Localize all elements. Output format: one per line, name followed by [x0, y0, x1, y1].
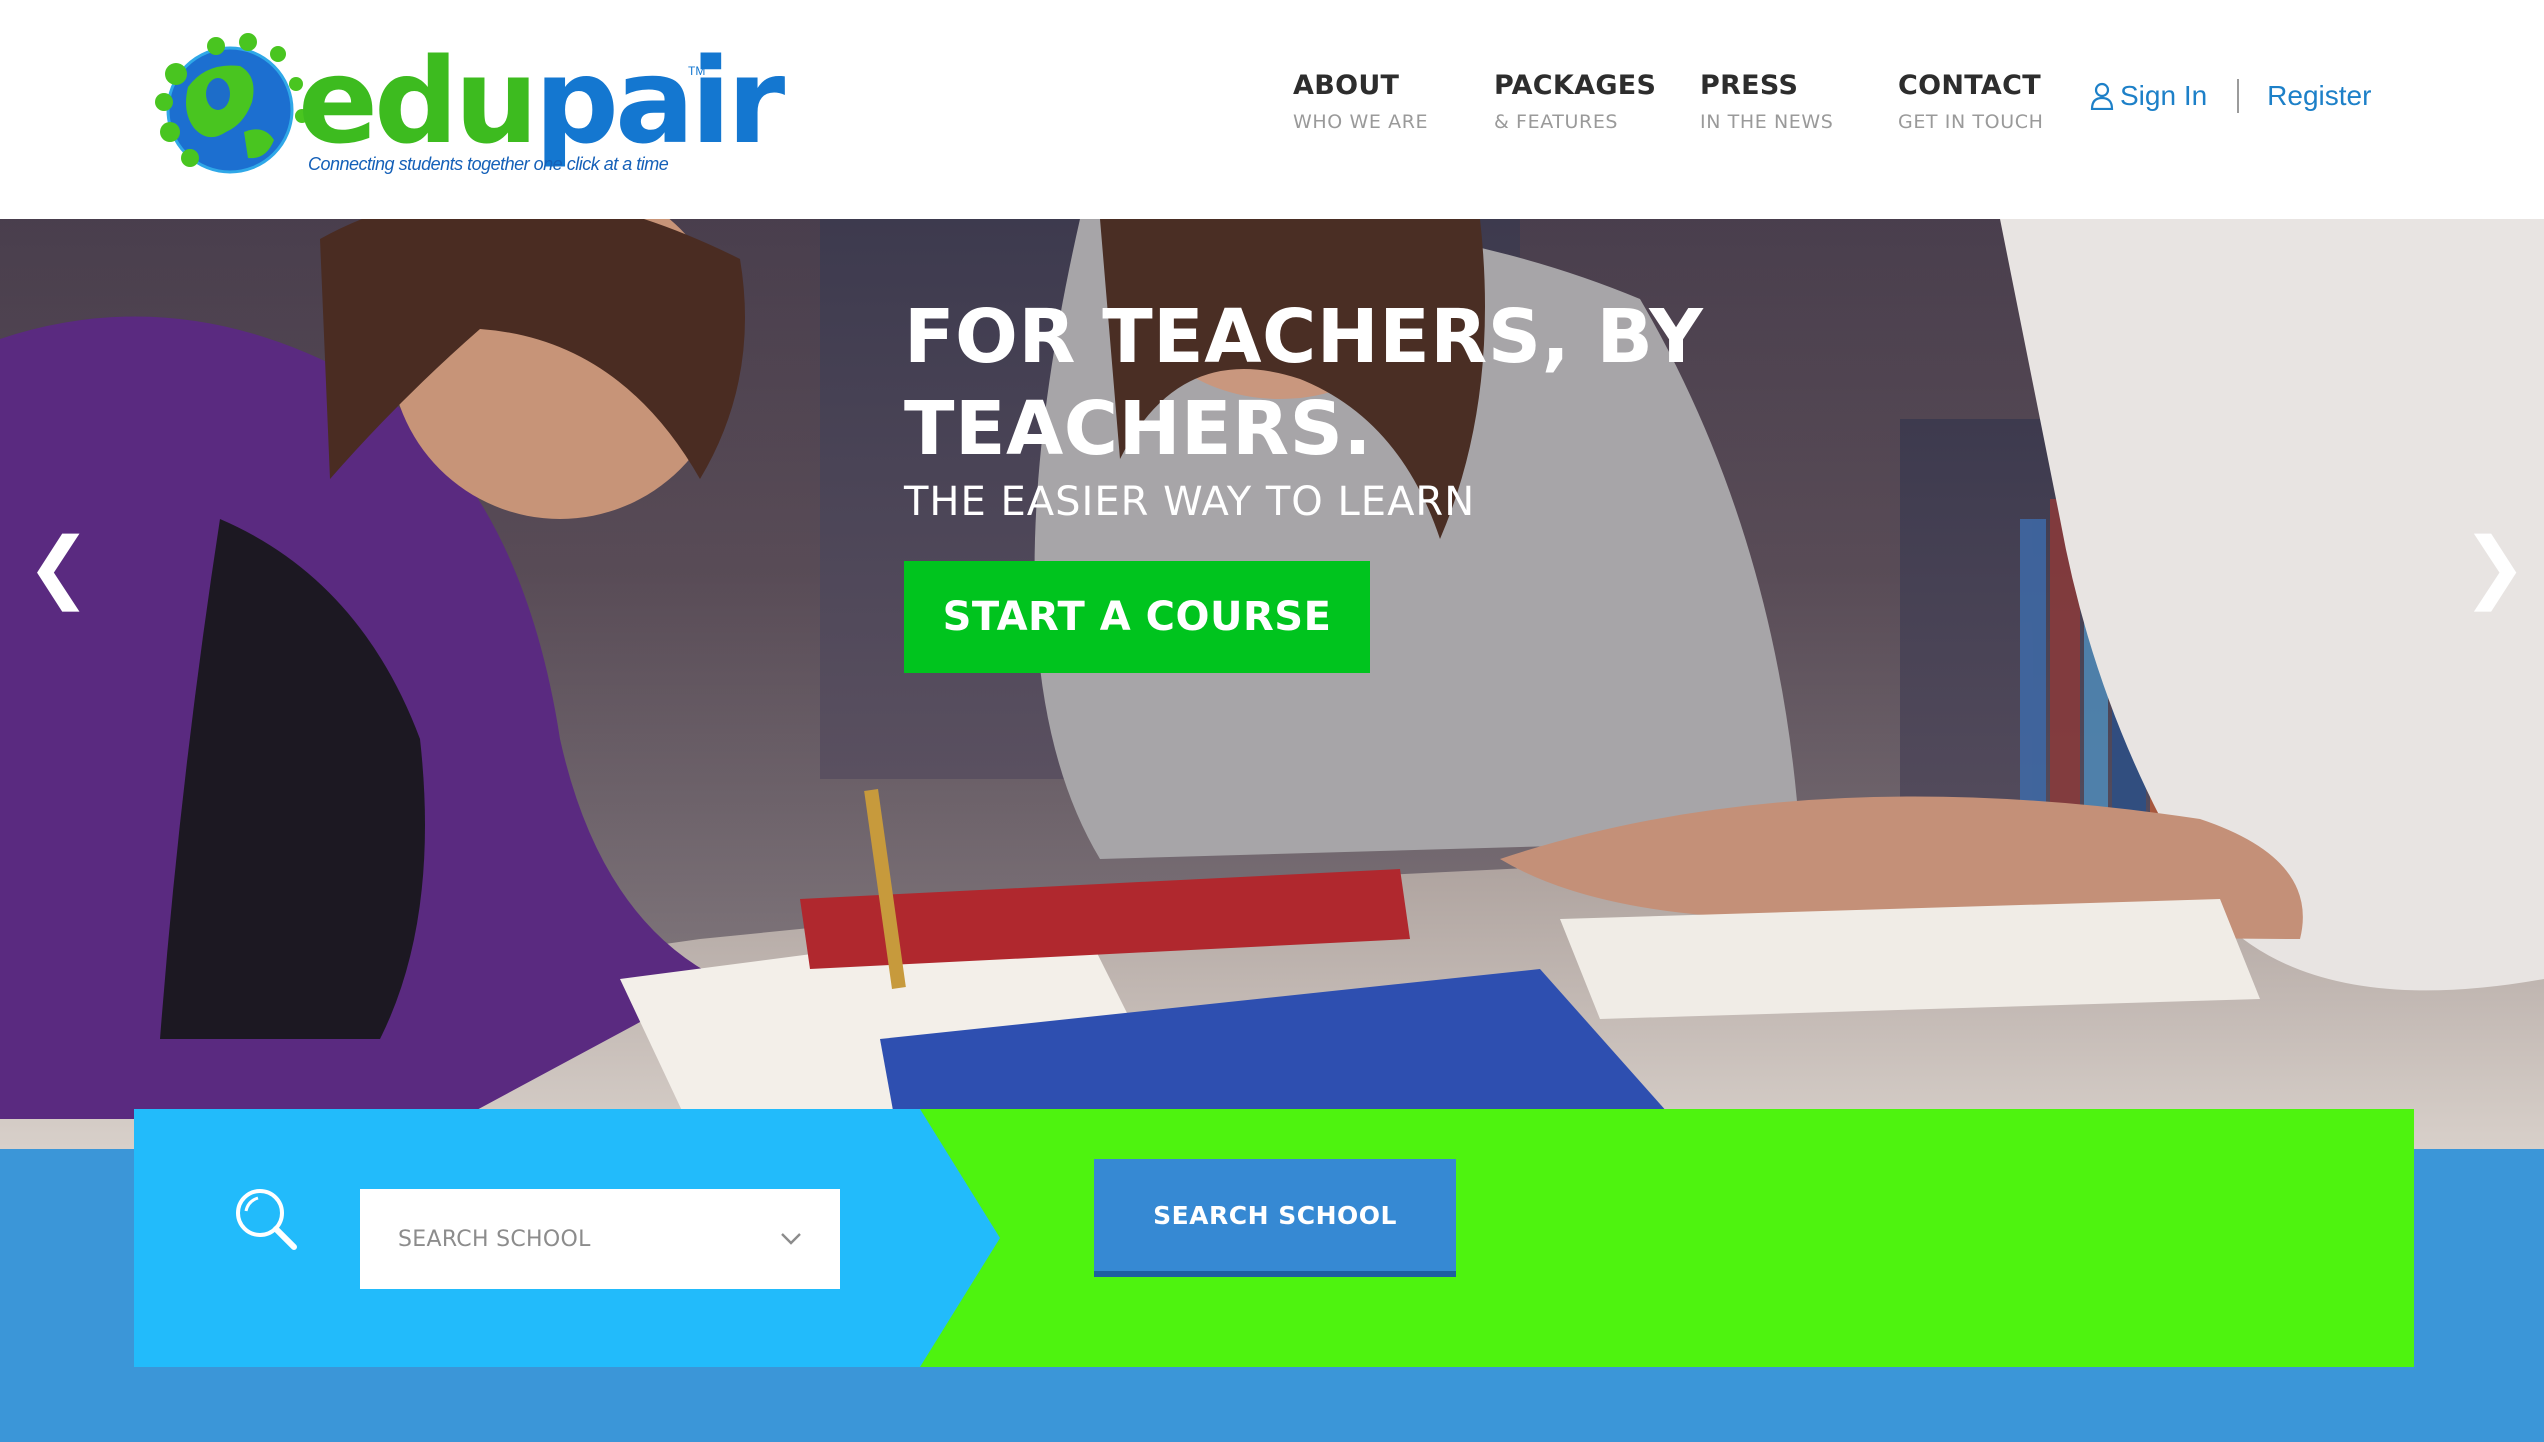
- register-link[interactable]: Register: [2267, 80, 2371, 112]
- user-icon: [2090, 82, 2114, 110]
- nav-item-title: PRESS: [1700, 70, 1799, 101]
- hero-subtitle: THE EASIER WAY TO LEARN: [904, 479, 1476, 525]
- nav-item-title: CONTACT: [1898, 70, 2041, 101]
- site-header: edupair TM Connecting students together …: [0, 0, 2544, 219]
- chevron-down-icon: [781, 1233, 801, 1245]
- nav-item-title: PACKAGES: [1494, 70, 1657, 101]
- hero-content: FOR TEACHERS, BY TEACHERS. THE EASIER WA…: [904, 291, 1804, 673]
- search-icon: [236, 1189, 297, 1250]
- nav-item-subtitle: WHO WE ARE: [1293, 111, 1429, 133]
- auth-links: Sign In Register: [2090, 76, 2371, 116]
- nav-item-subtitle: & FEATURES: [1494, 111, 1619, 133]
- nav-item-title: ABOUT: [1293, 70, 1400, 101]
- chevron-right-icon[interactable]: ❯: [2462, 517, 2527, 617]
- school-select-value: SEARCH SCHOOL: [398, 1226, 591, 1252]
- hero-slider: FOR TEACHERS, BY TEACHERS. THE EASIER WA…: [0, 219, 2544, 1149]
- search-school-bar: SEARCH SCHOOL SEARCH SCHOOL: [134, 1109, 2414, 1367]
- nav-item-subtitle: IN THE NEWS: [1700, 111, 1834, 133]
- start-course-button[interactable]: START A COURSE: [904, 561, 1370, 673]
- nav-item-press[interactable]: PRESS IN THE NEWS: [1700, 70, 1833, 133]
- auth-divider: [2237, 79, 2240, 113]
- search-school-button[interactable]: SEARCH SCHOOL: [1094, 1159, 1456, 1277]
- school-select-dropdown[interactable]: SEARCH SCHOOL: [360, 1189, 840, 1289]
- nav-item-packages[interactable]: PACKAGES & FEATURES: [1494, 70, 1656, 133]
- nav-item-contact[interactable]: CONTACT GET IN TOUCH: [1898, 70, 2043, 133]
- sign-in-link[interactable]: Sign In: [2120, 80, 2207, 112]
- logo-tagline: Connecting students together one click a…: [308, 154, 669, 174]
- nav-item-subtitle: GET IN TOUCH: [1898, 111, 2044, 133]
- hero-title: FOR TEACHERS, BY TEACHERS.: [904, 294, 1704, 472]
- chevron-left-icon[interactable]: ❮: [26, 517, 91, 617]
- nav-item-about[interactable]: ABOUT WHO WE ARE: [1293, 70, 1428, 133]
